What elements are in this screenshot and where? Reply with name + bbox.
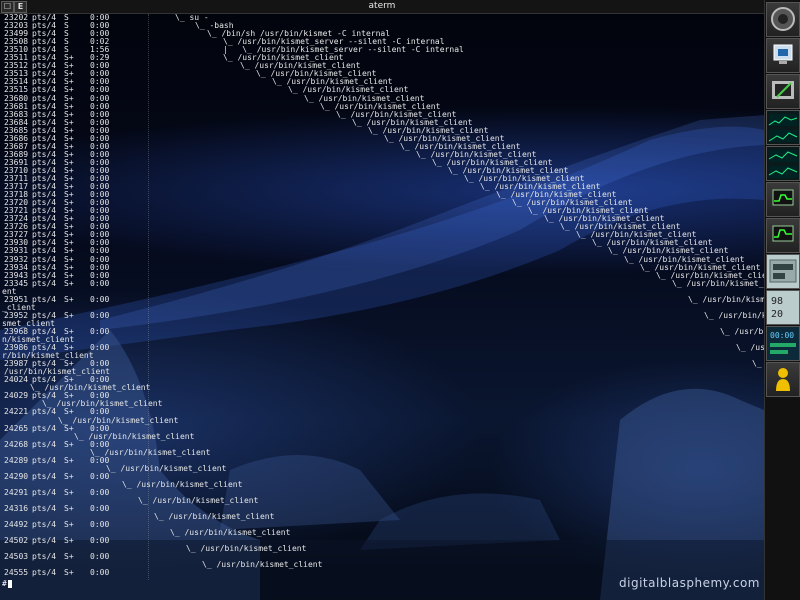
monitor-icon[interactable] <box>766 38 800 73</box>
process-command: \_ /usr/bin/ki <box>704 310 764 320</box>
process-tty: pts/4 <box>32 455 57 465</box>
process-time: 0:00 <box>90 536 110 546</box>
terminal-area[interactable]: 23202 pts/4 S 0:00 \_ su -23203 pts/4 S 0:00 \_ … <box>0 14 764 600</box>
user-icon[interactable] <box>766 362 800 397</box>
meter-value-2: 20 <box>771 309 784 320</box>
shell-prompt[interactable]: # <box>2 580 12 588</box>
wrapped-command-tail: \_ /usr/bin/kismet_client <box>154 512 275 522</box>
wrapped-command-tail: \_ /usr/bin/kismet_client <box>170 528 291 538</box>
process-tty: pts/4 <box>32 504 57 514</box>
process-pid: 24492 <box>4 520 29 530</box>
process-stat: S+ <box>64 520 74 530</box>
text-cursor <box>7 580 12 588</box>
wallpaper-credit: digitalblasphemy.com <box>619 576 760 590</box>
process-stat: S+ <box>64 310 74 320</box>
clock: 00:00 <box>766 326 800 361</box>
process-time: 0:00 <box>90 504 110 514</box>
process-time: 0:00 <box>90 326 110 336</box>
prompt-char: # <box>2 579 7 588</box>
process-pid: 24502 <box>4 536 29 546</box>
process-stat: S+ <box>64 568 74 578</box>
process-time: 0:00 <box>90 310 110 320</box>
process-tty: pts/4 <box>32 536 57 546</box>
process-tty: pts/4 <box>32 471 57 481</box>
process-tty: pts/4 <box>32 278 57 288</box>
process-tty: pts/4 <box>32 423 57 433</box>
process-pid: 24289 <box>4 455 29 465</box>
window-title: aterm <box>368 1 396 11</box>
process-pid: 24291 <box>4 487 29 497</box>
process-tty: pts/4 <box>32 520 57 530</box>
process-command: \_ /usr/bin/kismet_cli <box>672 278 764 288</box>
process-stat: S+ <box>64 552 74 562</box>
process-time: 0:00 <box>90 278 110 288</box>
process-pid: 24503 <box>4 552 29 562</box>
dock: 98 20 00:00 <box>764 0 800 600</box>
battery-meter: 98 20 <box>766 290 800 325</box>
process-stat: S+ <box>64 536 74 546</box>
cpu-graph[interactable] <box>766 182 800 217</box>
process-time: 0:00 <box>90 471 110 481</box>
process-command: \_ /usr/bi <box>720 326 764 336</box>
process-stat: S+ <box>64 423 74 433</box>
process-time: 0:00 <box>90 568 110 578</box>
process-pid: 24290 <box>4 471 29 481</box>
cpu-graph-2[interactable] <box>766 218 800 253</box>
lcd-meter <box>766 254 800 289</box>
process-pid: 24221 <box>4 407 29 417</box>
network-monitor <box>766 110 800 145</box>
process-pid: 24268 <box>4 439 29 449</box>
wrapped-command-tail: \_ /usr/bin/kismet_client <box>186 544 307 554</box>
process-pid: 24029 <box>4 391 29 401</box>
process-tty: pts/4 <box>32 407 57 417</box>
process-pid: 24265 <box>4 423 29 433</box>
app-menu-icon[interactable] <box>766 2 800 37</box>
process-tty: pts/4 <box>32 568 57 578</box>
network-monitor-2 <box>766 146 800 181</box>
terminal-icon[interactable] <box>766 74 800 109</box>
window-titlebar[interactable]: ☐ E aterm <box>0 0 764 14</box>
process-stat: S+ <box>64 487 74 497</box>
process-time: 0:00 <box>90 520 110 530</box>
process-tty: pts/4 <box>32 487 57 497</box>
process-stat: S+ <box>64 278 74 288</box>
wrapped-command-tail: \_ /usr/bin/kismet_client <box>122 479 243 489</box>
column-separator <box>148 14 150 580</box>
wrapped-command-tail: \_ /usr/bin/kismet_client <box>106 463 227 473</box>
process-pid: 24024 <box>4 375 29 385</box>
process-time: 0:00 <box>90 487 110 497</box>
process-time: 0:00 <box>90 294 110 304</box>
meter-value-1: 98 <box>771 296 784 307</box>
wrapped-command-tail: \_ /usr/bin/kismet_client <box>58 415 179 425</box>
process-stat: S+ <box>64 439 74 449</box>
process-tty: pts/4 <box>32 439 57 449</box>
wrapped-command-tail: \_ /usr/bin/kismet_client <box>202 560 323 570</box>
process-stat: S+ <box>64 471 74 481</box>
process-stat: S+ <box>64 504 74 514</box>
wrapped-command-tail: \_ /usr/bin/kismet_client <box>138 496 259 505</box>
process-time: 0:00 <box>90 552 110 562</box>
process-command: \_ /usr/bin/kismet_clie <box>688 294 764 304</box>
process-command: \_ <box>752 359 762 369</box>
process-pid: 24555 <box>4 568 29 578</box>
process-stat: S+ <box>64 455 74 465</box>
process-pid: 24316 <box>4 504 29 514</box>
process-command: \_ /us <box>736 343 764 353</box>
process-tty: pts/4 <box>32 552 57 562</box>
process-stat: S+ <box>64 294 74 304</box>
